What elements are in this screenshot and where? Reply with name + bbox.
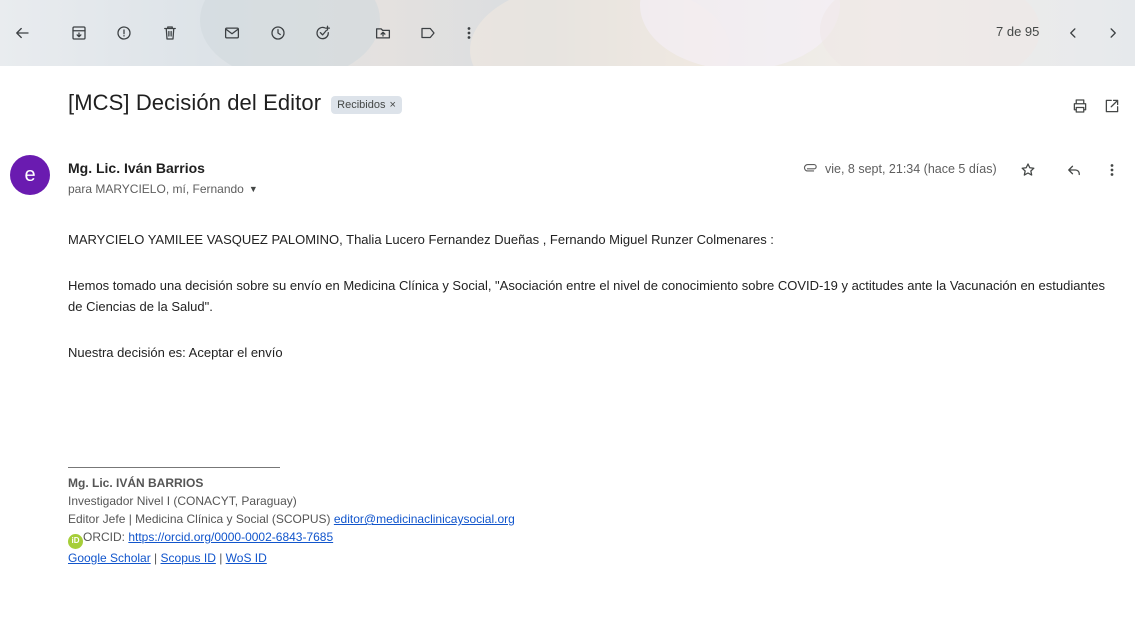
archive-icon[interactable]	[67, 21, 91, 45]
message-meta: vie, 8 sept, 21:34 (hace 5 días)	[802, 160, 997, 177]
back-arrow-icon[interactable]	[10, 21, 34, 45]
snooze-icon[interactable]	[266, 21, 290, 45]
move-to-icon[interactable]	[371, 21, 395, 45]
recipients-row: para MARYCIELO, mí, Fernando ▼	[68, 182, 258, 196]
message-more-icon[interactable]	[1101, 159, 1123, 181]
signature-block: Mg. Lic. IVÁN BARRIOS Investigador Nivel…	[68, 474, 515, 567]
reply-icon[interactable]	[1063, 159, 1085, 181]
email-subject-row: [MCS] Decisión del Editor Recibidos ×	[68, 90, 402, 116]
avatar[interactable]: e	[10, 155, 50, 195]
signature-divider	[68, 467, 280, 468]
wos-id-link[interactable]: WoS ID	[226, 551, 267, 565]
more-vert-icon[interactable]	[457, 21, 481, 45]
google-scholar-link[interactable]: Google Scholar	[68, 551, 151, 565]
email-paragraph: Hemos tomado una decisión sobre su envío…	[68, 278, 1106, 314]
signature-title: Investigador Nivel I (CONACYT, Paraguay)	[68, 494, 297, 508]
email-greeting: MARYCIELO YAMILEE VASQUEZ PALOMINO, Thal…	[68, 232, 774, 247]
inbox-label-chip[interactable]: Recibidos ×	[331, 95, 402, 114]
message-counter: 7 de 95	[996, 24, 1040, 39]
show-details-icon[interactable]: ▼	[249, 184, 258, 194]
scopus-id-link[interactable]: Scopus ID	[161, 551, 216, 565]
signature-links-row: Google Scholar | Scopus ID | WoS ID	[68, 549, 515, 567]
orcid-logo-icon: iD	[68, 533, 83, 549]
add-to-tasks-icon[interactable]	[311, 21, 335, 45]
orcid-label: ORCID:	[83, 530, 129, 544]
newer-icon[interactable]	[1061, 21, 1085, 45]
print-icon[interactable]	[1069, 95, 1091, 117]
attachment-icon	[803, 164, 817, 172]
signature-name: Mg. Lic. IVÁN BARRIOS	[68, 476, 204, 490]
toolbar: 7 de 95	[0, 0, 1135, 66]
signature-role: Editor Jefe | Medicina Clínica y Social …	[68, 512, 334, 526]
older-icon[interactable]	[1101, 21, 1125, 45]
delete-icon[interactable]	[158, 21, 182, 45]
mark-unread-icon[interactable]	[220, 21, 244, 45]
report-spam-icon[interactable]	[112, 21, 136, 45]
message-date: vie, 8 sept, 21:34 (hace 5 días)	[825, 161, 997, 176]
link-separator: |	[215, 550, 226, 565]
remove-label-icon[interactable]: ×	[389, 99, 395, 111]
link-separator: |	[150, 550, 161, 565]
orcid-link[interactable]: https://orcid.org/0000-0002-6843-7685	[128, 530, 333, 544]
recipients-text: para MARYCIELO, mí, Fernando	[68, 182, 244, 196]
sender-name[interactable]: Mg. Lic. Iván Barrios	[68, 160, 205, 176]
email-decision: Nuestra decisión es: Aceptar el envío	[68, 345, 283, 360]
signature-orcid-row: iD ORCID: https://orcid.org/0000-0002-684…	[68, 528, 515, 549]
email-subject: [MCS] Decisión del Editor	[68, 90, 322, 115]
label-chip-text: Recibidos	[337, 98, 386, 111]
labels-icon[interactable]	[416, 21, 440, 45]
editor-email-link[interactable]: editor@medicinaclinicaysocial.org	[334, 512, 515, 526]
open-in-new-window-icon[interactable]	[1101, 95, 1123, 117]
star-icon[interactable]	[1017, 159, 1039, 181]
signature-role-row: Editor Jefe | Medicina Clínica y Social …	[68, 510, 515, 528]
